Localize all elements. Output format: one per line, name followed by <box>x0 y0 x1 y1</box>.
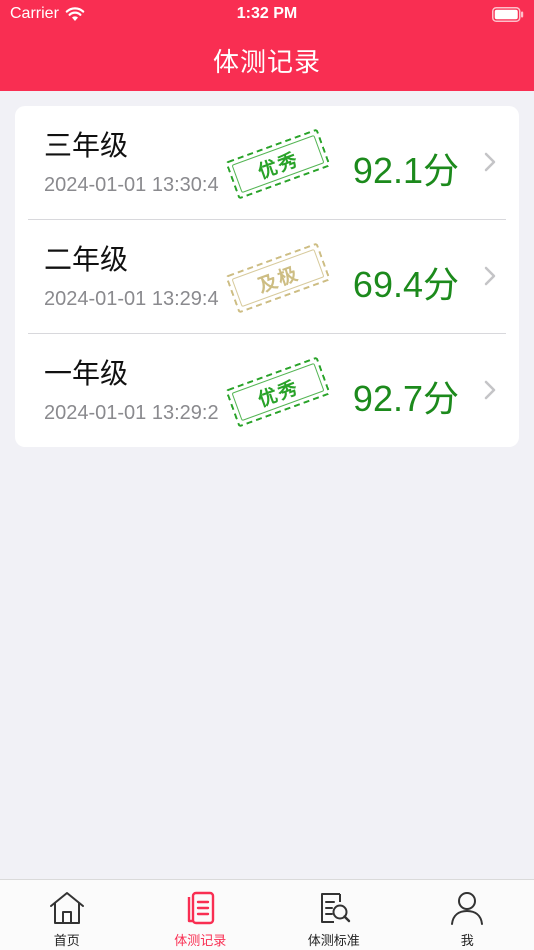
rating-stamp: 及极 <box>225 242 331 314</box>
rating-stamp-label: 优秀 <box>255 147 303 183</box>
tab-standard[interactable]: 体测标准 <box>267 880 401 950</box>
battery-icon <box>492 7 524 22</box>
tab-records[interactable]: 体测记录 <box>134 880 268 950</box>
rating-stamp-label: 优秀 <box>255 375 303 411</box>
tab-label: 体测记录 <box>174 934 227 949</box>
status-bar: Carrier 1:32 PM <box>0 0 534 30</box>
standard-search-icon <box>320 893 350 923</box>
clock: 1:32 PM <box>236 5 298 22</box>
tab-label: 体测标准 <box>307 934 360 949</box>
record-timestamp: 2024-01-01 13:30:4 <box>44 174 219 196</box>
rating-stamp: 优秀 <box>225 356 331 428</box>
record-list: 三年级 2024-01-01 13:30:4 优秀 92.1分 二年级 2024… <box>15 106 519 447</box>
user-icon <box>451 892 484 925</box>
tab-label: 我 <box>460 934 474 949</box>
chevron-right-icon <box>484 152 496 172</box>
record-grade: 二年级 <box>44 243 129 276</box>
rating-stamp: 优秀 <box>225 128 331 200</box>
record-grade: 一年级 <box>44 357 129 390</box>
record-timestamp: 2024-01-01 13:29:2 <box>44 402 219 424</box>
record-score: 92.7分 <box>352 378 459 419</box>
tab-me[interactable]: 我 <box>401 880 534 950</box>
home-icon <box>49 892 84 924</box>
list-item-record-1[interactable]: 三年级 2024-01-01 13:30:4 优秀 92.1分 <box>15 106 519 220</box>
record-grade: 三年级 <box>44 129 129 162</box>
list-item-record-3[interactable]: 一年级 2024-01-01 13:29:2 优秀 92.7分 <box>15 334 519 447</box>
tab-bar: 首页 体测记录 体测标准 我 <box>0 879 534 950</box>
record-score: 92.1分 <box>352 150 459 191</box>
chevron-right-icon <box>484 380 496 400</box>
records-icon <box>188 891 215 925</box>
tab-label: 首页 <box>53 934 80 949</box>
list-item-record-2[interactable]: 二年级 2024-01-01 13:29:4 及极 69.4分 <box>15 220 519 334</box>
rating-stamp-label: 及极 <box>255 261 303 297</box>
page-title: 体测记录 <box>212 48 321 78</box>
record-score: 69.4分 <box>352 264 459 305</box>
page: Carrier 1:32 PM 体测记录 三年级 2024-01-01 13:3… <box>0 0 534 950</box>
tab-home[interactable]: 首页 <box>0 880 134 950</box>
header: Carrier 1:32 PM 体测记录 <box>0 0 534 91</box>
record-timestamp: 2024-01-01 13:29:4 <box>44 288 219 310</box>
chevron-right-icon <box>484 266 496 286</box>
